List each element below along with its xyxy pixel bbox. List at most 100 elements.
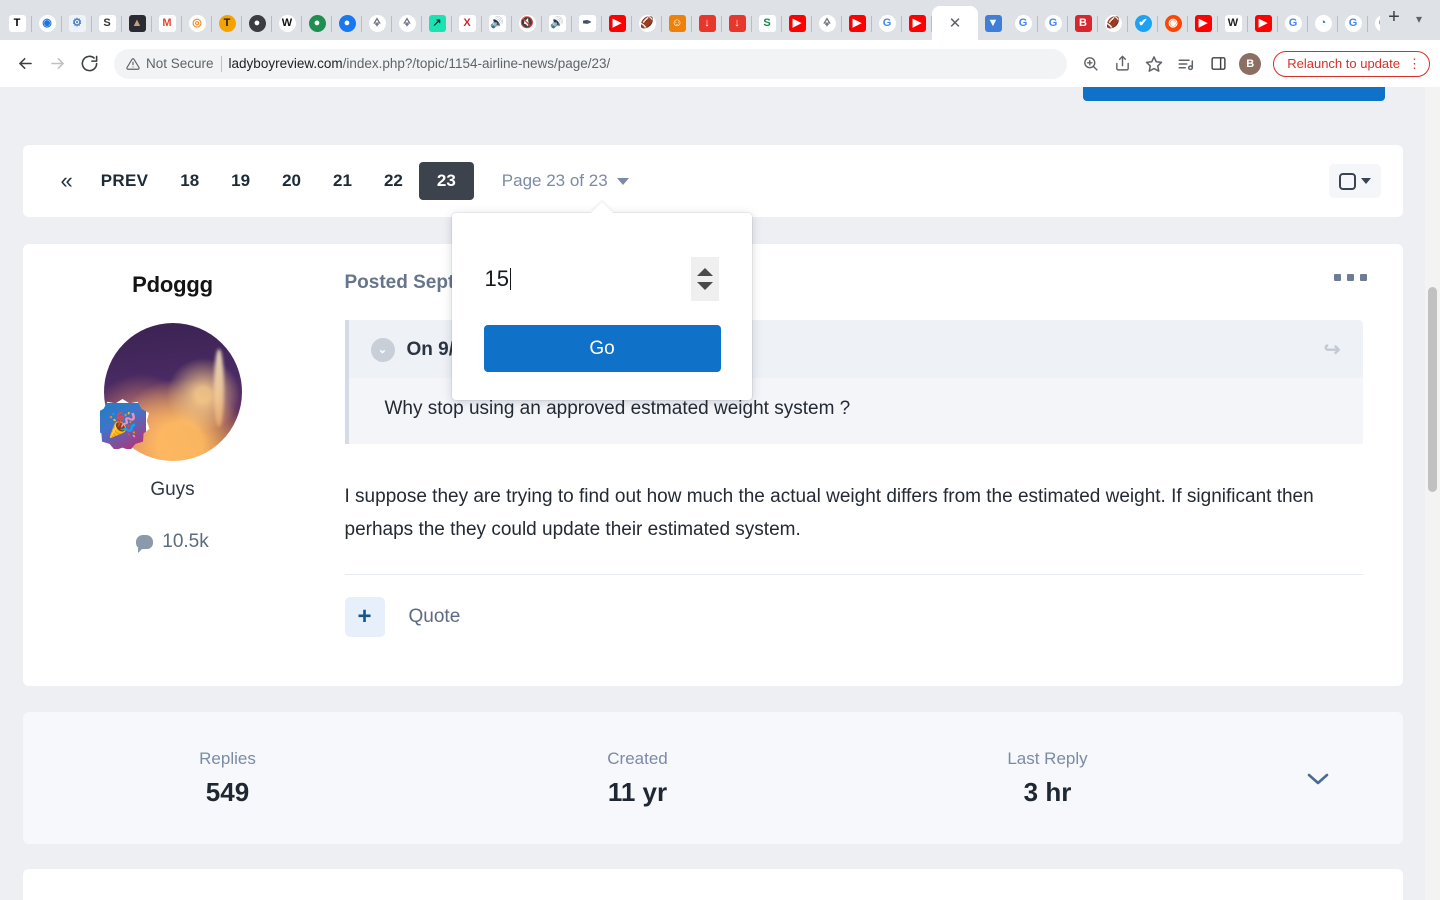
- quote-button[interactable]: Quote: [409, 606, 461, 628]
- zoom-in-icon[interactable]: [1075, 49, 1105, 79]
- tab-bisr[interactable]: B: [1068, 7, 1098, 40]
- chevron-down-icon[interactable]: ⌄: [370, 337, 395, 362]
- tab-globe-2[interactable]: 🜍: [392, 7, 422, 40]
- tab-silver[interactable]: S: [92, 7, 122, 40]
- tab-ok-ru[interactable]: ☺: [662, 7, 692, 40]
- side-panel-icon[interactable]: [1203, 49, 1233, 79]
- tab-teal-swirl[interactable]: ◔: [1308, 7, 1338, 40]
- tab-google-5[interactable]: G: [1338, 7, 1368, 40]
- favicon-icon: G: [1344, 15, 1362, 32]
- quote-jump-icon[interactable]: ↪: [1324, 337, 1341, 362]
- page-scrollbar[interactable]: [1425, 87, 1440, 900]
- favicon-icon: ▶: [908, 15, 926, 32]
- tab-google-1[interactable]: G: [872, 7, 902, 40]
- forward-icon[interactable]: [42, 49, 72, 79]
- topic-stats-bar: Replies 549 Created 11 yr Last Reply 3 h…: [22, 712, 1403, 844]
- first-page-button[interactable]: «: [61, 162, 87, 200]
- page-number-input-row[interactable]: 15: [485, 257, 719, 301]
- tab-reddit[interactable]: ◉: [1158, 7, 1188, 40]
- text-cursor: [509, 268, 512, 290]
- new-tab-button[interactable]: +: [1380, 3, 1408, 31]
- tab-download-2[interactable]: ↓: [722, 7, 752, 40]
- tab-firefox-like[interactable]: ◎: [182, 7, 212, 40]
- media-list-icon[interactable]: [1171, 49, 1201, 79]
- page-button-21[interactable]: 21: [317, 162, 368, 200]
- favicon-icon: ✒: [578, 15, 596, 32]
- kebab-menu-icon[interactable]: ⋮: [1408, 57, 1421, 70]
- tab-blue-v[interactable]: ▼: [978, 7, 1008, 40]
- author-username[interactable]: Pdoggg: [23, 272, 323, 298]
- tab-blue-swoosh[interactable]: ●: [332, 7, 362, 40]
- tab-youtube-6[interactable]: ▶: [1248, 7, 1278, 40]
- tab-youtube-2[interactable]: ▶: [782, 7, 812, 40]
- go-button[interactable]: Go: [483, 325, 721, 372]
- prev-page-button[interactable]: PREV: [87, 162, 165, 200]
- favicon-icon: 🜍: [398, 15, 416, 32]
- avatar-wrapper[interactable]: 🎉: [95, 323, 242, 461]
- comment-bubble-icon: [136, 535, 154, 553]
- share-icon[interactable]: [1107, 49, 1137, 79]
- tab-xm[interactable]: X: [452, 7, 482, 40]
- tab-download-1[interactable]: ↓: [692, 7, 722, 40]
- post-options-menu[interactable]: [1333, 274, 1367, 281]
- page-button-18[interactable]: 18: [164, 162, 215, 200]
- tab-dark-bird[interactable]: ✒: [572, 7, 602, 40]
- profile-avatar[interactable]: B: [1235, 49, 1265, 79]
- tab-green-s[interactable]: S: [752, 7, 782, 40]
- multiquote-add-button[interactable]: +: [344, 597, 385, 638]
- page-button-20[interactable]: 20: [266, 162, 317, 200]
- back-icon[interactable]: [10, 49, 40, 79]
- tab-youtube-3[interactable]: ▶: [842, 7, 872, 40]
- number-spinner[interactable]: [690, 257, 719, 301]
- page-button-23-current[interactable]: 23: [418, 162, 474, 200]
- tab-dark-circle[interactable]: ●: [242, 7, 272, 40]
- tab-tumblr-gold[interactable]: T: [212, 7, 242, 40]
- tab-football-2[interactable]: 🏈: [1098, 7, 1128, 40]
- stats-expand-chevron-icon[interactable]: [1305, 763, 1331, 794]
- tab-youtube-4[interactable]: ▶: [902, 7, 932, 40]
- relaunch-to-update-button[interactable]: Relaunch to update ⋮: [1273, 50, 1430, 77]
- tab-speaker-blue[interactable]: 🔊: [482, 7, 512, 40]
- tab-speaker-blue-2[interactable]: 🔊: [542, 7, 572, 40]
- tab-nytimes[interactable]: T: [2, 7, 32, 40]
- reload-icon[interactable]: [74, 49, 104, 79]
- page-button-19[interactable]: 19: [215, 162, 266, 200]
- scrollbar-thumb[interactable]: [1428, 287, 1437, 492]
- chevron-down-icon[interactable]: ▾: [1408, 12, 1430, 26]
- address-bar[interactable]: Not Secure ladyboyreview.com/index.php?/…: [114, 48, 1068, 79]
- favicon-icon: 🜍: [368, 15, 386, 32]
- tab-google-2[interactable]: G: [1008, 7, 1038, 40]
- tab-globe-3[interactable]: 🜍: [812, 7, 842, 40]
- top-action-button-partial[interactable]: [1083, 87, 1385, 101]
- tab-w-circle[interactable]: W: [272, 7, 302, 40]
- spinner-down-icon[interactable]: [696, 282, 713, 290]
- page-number-input[interactable]: 15: [485, 266, 509, 292]
- tab-google-3[interactable]: G: [1038, 7, 1068, 40]
- tab-google-4[interactable]: G: [1278, 7, 1308, 40]
- tab-chart-app[interactable]: ↗: [422, 7, 452, 40]
- tab-wikipedia[interactable]: W: [1218, 7, 1248, 40]
- tab-youtube-5[interactable]: ▶: [1188, 7, 1218, 40]
- tab-blue-app[interactable]: ◉: [32, 7, 62, 40]
- tab-strip: T ◉ ⚙ S ▲ M ◎ T ● W ● ● 🜍 🜍 ↗ X 🔊 🔇 🔊 ✒ ▶ 🏈 ☺ ↓ ↓ S ▶ 🜍 ▶ G ▶ ✕ ▼ G G B 🏈 ✔ ◉ ▶…: [0, 0, 1440, 40]
- tab-active-ladyboyreview[interactable]: ✕: [932, 6, 978, 40]
- tab-temple-photo[interactable]: ▲: [122, 7, 152, 40]
- not-secure-indicator[interactable]: Not Secure: [126, 56, 214, 71]
- page-indicator-dropdown[interactable]: Page 23 of 23: [502, 171, 629, 191]
- tab-youtube-1[interactable]: ▶: [602, 7, 632, 40]
- tab-green-circle[interactable]: ●: [302, 7, 332, 40]
- close-icon[interactable]: ✕: [947, 15, 964, 32]
- tab-gmail[interactable]: M: [152, 7, 182, 40]
- spinner-up-icon[interactable]: [696, 268, 713, 276]
- tab-muted-speaker[interactable]: 🔇: [512, 7, 542, 40]
- post-count-value: 10.5k: [162, 531, 209, 552]
- view-mode-button[interactable]: [1328, 164, 1381, 198]
- favicon-icon: 🏈: [638, 15, 656, 32]
- tab-gear-app[interactable]: ⚙: [62, 7, 92, 40]
- tab-globe-1[interactable]: 🜍: [362, 7, 392, 40]
- tab-v-check[interactable]: ✔: [1128, 7, 1158, 40]
- tab-football[interactable]: 🏈: [632, 7, 662, 40]
- page-button-22[interactable]: 22: [368, 162, 419, 200]
- bookmark-star-icon[interactable]: [1139, 49, 1169, 79]
- tab-google-6[interactable]: G: [1368, 7, 1380, 40]
